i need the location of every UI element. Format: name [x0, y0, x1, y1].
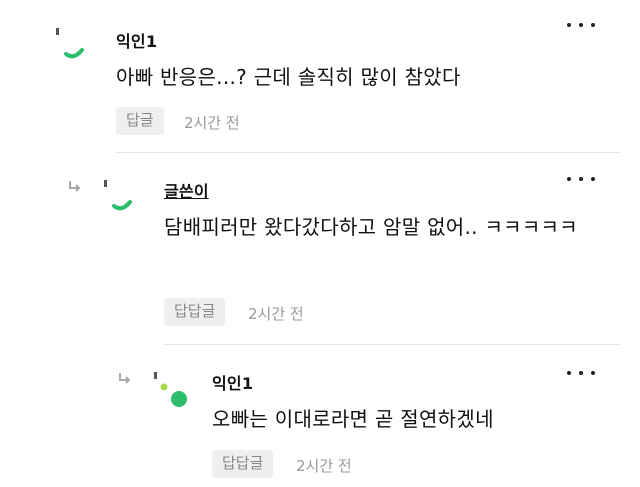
comment-author[interactable]: 익인1 — [212, 370, 253, 394]
divider — [164, 344, 620, 345]
green-arc-avatar-icon — [52, 24, 92, 64]
divider — [116, 152, 620, 153]
comment-text: 담배피러만 왔다갔다하고 암말 없어.. ㅋㅋㅋㅋㅋ — [164, 215, 578, 239]
comment-time: 2시간 전 — [184, 114, 240, 132]
reply-button[interactable]: 답답글 — [164, 298, 226, 326]
more-dots-icon[interactable] — [567, 366, 595, 380]
green-arc-avatar-icon — [100, 176, 140, 216]
comment-author[interactable]: 글쓴이 — [164, 178, 209, 202]
green-dots-avatar-icon — [150, 368, 190, 408]
reply-arrow-icon — [118, 370, 132, 384]
reply-button[interactable]: 답답글 — [212, 450, 274, 478]
more-dots-icon[interactable] — [567, 18, 595, 32]
comment-text: 아빠 반응은...? 근데 솔직히 많이 참았다 — [116, 65, 461, 89]
more-dots-icon[interactable] — [567, 172, 595, 186]
reply-arrow-icon — [68, 178, 82, 192]
comment-thread: 익인1 아빠 반응은...? 근데 솔직히 많이 참았다 답글 2시간 전 글쓴… — [0, 0, 640, 487]
comment-author[interactable]: 익인1 — [116, 28, 157, 52]
reply-button[interactable]: 답글 — [116, 107, 164, 135]
comment-time: 2시간 전 — [248, 305, 304, 323]
comment-text: 오빠는 이대로라면 곧 절연하겠네 — [212, 407, 494, 431]
comment-time: 2시간 전 — [296, 457, 352, 475]
